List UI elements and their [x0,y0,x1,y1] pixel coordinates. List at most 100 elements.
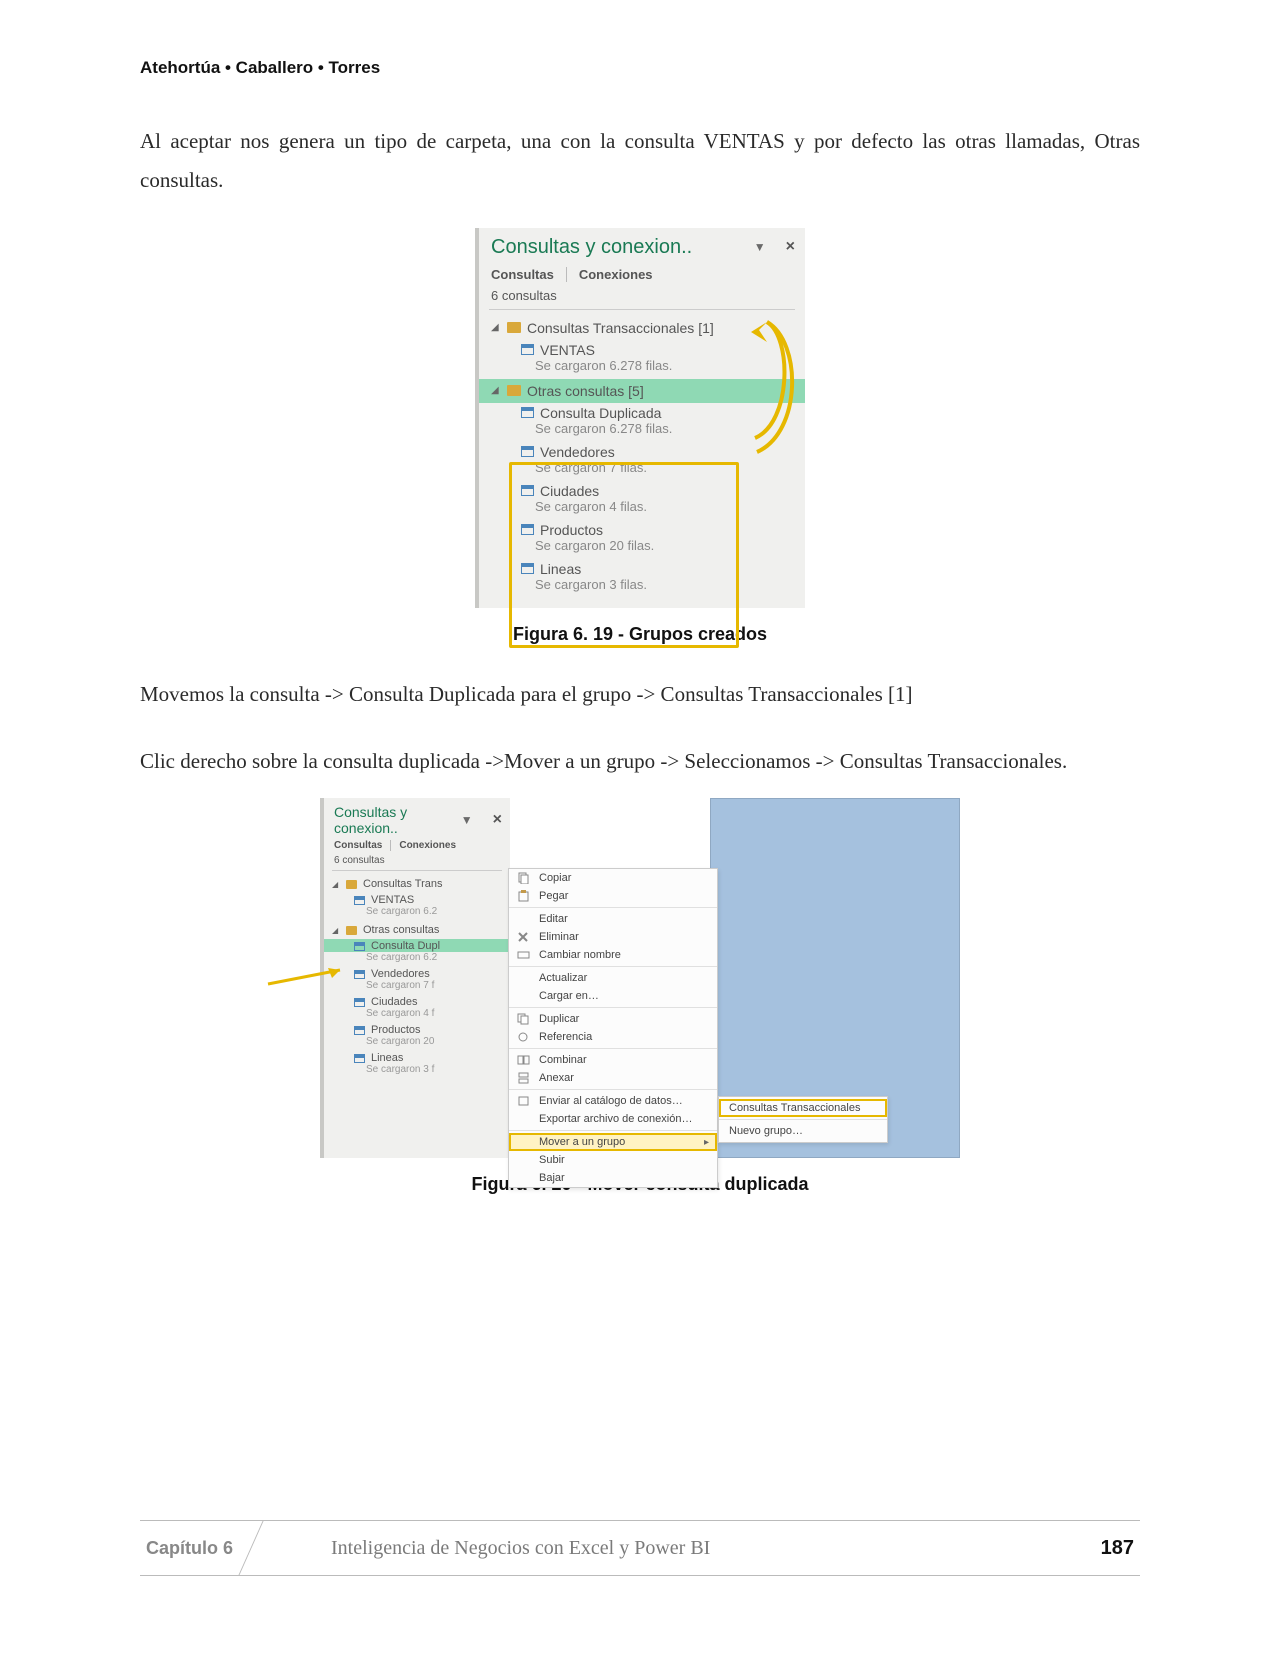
page-header-authors: Atehortúa • Caballero • Torres [140,58,1140,78]
menu-eliminar[interactable]: Eliminar [509,928,717,946]
menu-bajar[interactable]: Bajar [509,1169,717,1187]
query-name: VENTAS [540,342,595,358]
query-status: Se cargaron 6.2 [324,906,510,921]
panel-header: Consultas y conexion.. ▼ × [479,228,805,263]
page-number: 187 [1101,1537,1140,1560]
submenu-consultas-transaccionales[interactable]: Consultas Transaccionales [719,1099,887,1117]
tab-conexiones[interactable]: Conexiones [579,267,653,282]
query-name: Vendedores [540,444,615,460]
menu-pegar[interactable]: Pegar [509,887,717,905]
panel-tabs: Consultas Conexiones [479,263,805,288]
query-status: Se cargaron 4 filas. [479,499,805,520]
menu-mover-grupo[interactable]: Mover a un grupo▸ [509,1133,717,1151]
pointer-arrow-icon [266,966,356,990]
menu-anexar[interactable]: Anexar [509,1069,717,1087]
query-status: Se cargaron 20 filas. [479,538,805,559]
queries-panel: Consultas y conexion.. ▼ × Consultas Con… [475,228,805,608]
menu-label: Cargar en… [539,990,599,1002]
group-otras[interactable]: ◢ Otras consultas [5] [479,379,805,403]
menu-cargar-en[interactable]: Cargar en… [509,987,717,1005]
menu-label: Cambiar nombre [539,949,621,961]
query-name: Ciudades [540,483,599,499]
menu-enviar-catalogo[interactable]: Enviar al catálogo de datos… [509,1092,717,1110]
query-name: Consulta Dupl [371,940,440,952]
book-title: Inteligencia de Negocios con Excel y Pow… [291,1537,1101,1560]
close-icon[interactable]: × [786,238,795,256]
catalog-icon [517,1095,530,1107]
page-footer: Capítulo 6 Inteligencia de Negocios con … [140,1520,1140,1576]
menu-label: Duplicar [539,1013,579,1025]
query-name: Vendedores [371,968,430,980]
menu-exportar-conexion[interactable]: Exportar archivo de conexión… [509,1110,717,1128]
menu-label: Combinar [539,1054,587,1066]
chevron-right-icon: ▸ [704,1137,709,1148]
menu-cambiar-nombre[interactable]: Cambiar nombre [509,946,717,964]
reference-icon [517,1031,530,1043]
panel-title: Consultas y conexion.. [491,236,746,259]
group-label: Otras consultas [363,924,439,936]
group-transaccionales[interactable]: ◢ Consultas Transaccionales [1] [479,316,805,340]
query-status: Se cargaron 4 f [324,1008,510,1023]
tab-conexiones[interactable]: Conexiones [399,840,456,851]
dropdown-icon[interactable]: ▼ [461,813,473,827]
submenu-nuevo-grupo[interactable]: Nuevo grupo… [719,1122,887,1140]
menu-label: Actualizar [539,972,587,984]
group-otras[interactable]: ◢Otras consultas [324,921,510,939]
group-label: Consultas Trans [363,878,442,890]
figure-1: Consultas y conexion.. ▼ × Consultas Con… [140,228,1140,645]
menu-duplicar[interactable]: Duplicar [509,1010,717,1028]
copy-icon [517,872,530,884]
menu-label: Subir [539,1154,565,1166]
menu-copiar[interactable]: Copiar [509,869,717,887]
table-icon [521,563,534,574]
menu-actualizar[interactable]: Actualizar [509,969,717,987]
group-transaccionales[interactable]: ◢Consultas Trans [324,875,510,893]
table-icon [521,524,534,535]
query-lineas[interactable]: Lineas [324,1051,510,1064]
menu-label: Enviar al catálogo de datos… [539,1095,683,1107]
menu-subir[interactable]: Subir [509,1151,717,1169]
query-ciudades[interactable]: Ciudades [479,481,805,499]
folder-icon [507,322,521,333]
query-name: VENTAS [371,894,414,906]
dropdown-icon[interactable]: ▼ [754,240,766,254]
query-vendedores[interactable]: Vendedores [479,442,805,460]
query-name: Lineas [540,561,581,577]
menu-referencia[interactable]: Referencia [509,1028,717,1046]
query-status: Se cargaron 20 [324,1036,510,1051]
query-count: 6 consultas [324,855,510,870]
query-count: 6 consultas [479,288,805,309]
tab-consultas[interactable]: Consultas [334,840,382,851]
menu-label: Pegar [539,890,568,902]
table-icon [521,344,534,355]
query-ventas[interactable]: VENTAS [324,893,510,906]
rename-icon [517,949,530,961]
menu-label: Copiar [539,872,571,884]
query-productos[interactable]: Productos [479,520,805,538]
tab-consultas[interactable]: Consultas [491,267,554,282]
query-duplicada[interactable]: Consulta Dupl [324,939,510,952]
query-name: Productos [371,1024,421,1036]
query-lineas[interactable]: Lineas [479,559,805,577]
menu-label: Bajar [539,1172,565,1184]
figure-2: Consultas y conexion.. ▼ × Consultas Con… [140,798,1140,1195]
menu-combinar[interactable]: Combinar [509,1051,717,1069]
table-icon [521,407,534,418]
menu-editar[interactable]: Editar [509,910,717,928]
query-ventas[interactable]: VENTAS [479,340,805,358]
query-status: Se cargaron 3 filas. [479,577,805,598]
append-icon [517,1072,530,1084]
query-productos[interactable]: Productos [324,1023,510,1036]
query-status: Se cargaron 3 f [324,1064,510,1079]
paste-icon [517,890,530,902]
chevron-down-icon: ◢ [491,385,501,396]
folder-icon [507,385,521,396]
query-ciudades[interactable]: Ciudades [324,995,510,1008]
close-icon[interactable]: × [493,811,502,829]
query-duplicada[interactable]: Consulta Duplicada [479,403,805,421]
query-name: Productos [540,522,603,538]
menu-label: Exportar archivo de conexión… [539,1113,692,1125]
table-icon [521,446,534,457]
menu-label: Anexar [539,1072,574,1084]
query-status: Se cargaron 6.278 filas. [479,421,805,442]
